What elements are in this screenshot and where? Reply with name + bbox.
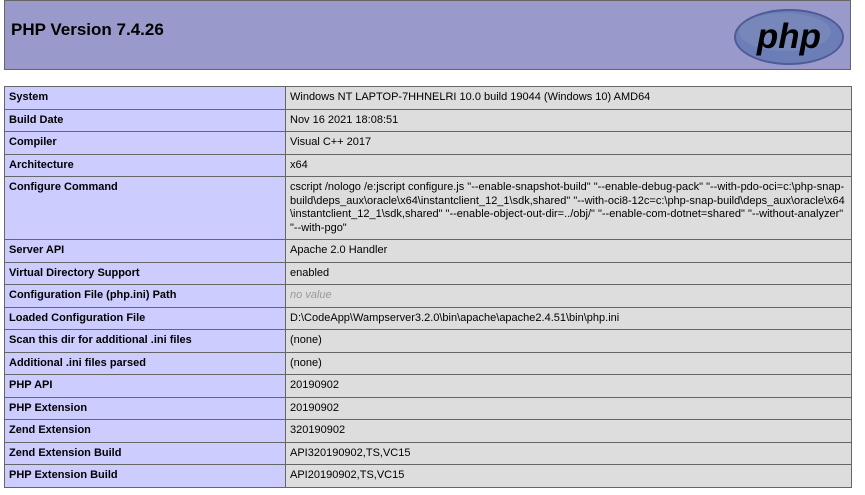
row-label: Virtual Directory Support bbox=[4, 261, 286, 285]
table-row: Zend Extension 320190902 bbox=[4, 419, 852, 443]
table-row: Scan this dir for additional .ini files(… bbox=[4, 329, 852, 353]
row-value: enabled bbox=[285, 261, 852, 285]
table-row: PHP Extension 20190902 bbox=[4, 396, 852, 420]
row-value: no value bbox=[285, 284, 852, 308]
table-row: Loaded Configuration File D:\CodeApp\Wamp… bbox=[4, 306, 852, 330]
row-value: (none) bbox=[285, 351, 852, 375]
row-label: Scan this dir for additional .ini files bbox=[4, 329, 286, 353]
row-label: Configuration File (php.ini) Path bbox=[4, 284, 286, 308]
row-value: Windows NT LAPTOP-7HHNELRI 10.0 build 19… bbox=[285, 86, 852, 110]
row-label: Zend Extension bbox=[4, 419, 286, 443]
table-row: Server API Apache 2.0 Handler bbox=[4, 239, 852, 263]
logo-text: php bbox=[756, 17, 821, 56]
table-row: Architecture x64 bbox=[4, 153, 852, 177]
row-value: 20190902 bbox=[285, 374, 852, 398]
row-value: (none) bbox=[285, 329, 852, 353]
row-label: Zend Extension Build bbox=[4, 441, 286, 465]
phpinfo-page: PHP Version 7.4.26 php System Windows NT … bbox=[0, 0, 865, 495]
row-value: 20190902 bbox=[285, 396, 852, 420]
table-row: PHP API 20190902 bbox=[4, 374, 852, 398]
row-value: D:\CodeApp\Wampserver3.2.0\bin\apache\ap… bbox=[285, 306, 852, 330]
table-row: Compiler Visual C++ 2017 bbox=[4, 131, 852, 155]
row-label: Build Date bbox=[4, 108, 286, 132]
row-label: Configure Command bbox=[4, 176, 286, 240]
row-label: Server API bbox=[4, 239, 286, 263]
page-title: PHP Version 7.4.26 bbox=[11, 20, 164, 39]
version-header: PHP Version 7.4.26 php bbox=[4, 0, 851, 70]
row-label: Additional .ini files parsed bbox=[4, 351, 286, 375]
row-label: System bbox=[4, 86, 286, 110]
row-label: Compiler bbox=[4, 131, 286, 155]
table-row: Configuration File (php.ini) Path no valu… bbox=[4, 284, 852, 308]
row-value: Visual C++ 2017 bbox=[285, 131, 852, 155]
row-label: Architecture bbox=[4, 153, 286, 177]
table-row: Additional .ini files parsed (none) bbox=[4, 351, 852, 375]
row-value: 320190902 bbox=[285, 419, 852, 443]
row-value: Apache 2.0 Handler bbox=[285, 239, 852, 263]
info-table: System Windows NT LAPTOP-7HHNELRI 10.0 bu… bbox=[4, 86, 852, 488]
row-label: PHP Extension bbox=[4, 396, 286, 420]
row-label: PHP API bbox=[4, 374, 286, 398]
table-row: Zend Extension Build API320190902,TS,VC15 bbox=[4, 441, 852, 465]
no-value-text: no value bbox=[290, 289, 332, 301]
table-row: System Windows NT LAPTOP-7HHNELRI 10.0 bu… bbox=[4, 86, 852, 110]
row-value: API320190902,TS,VC15 bbox=[285, 441, 852, 465]
row-value: cscript /nologo /e:jscript configure.js … bbox=[285, 176, 852, 240]
row-label: PHP Extension Build bbox=[4, 464, 286, 488]
row-value: x64 bbox=[285, 153, 852, 177]
table-row: Virtual Directory Support enabled bbox=[4, 261, 852, 285]
table-row: Configure Command cscript /nologo /e:jscr… bbox=[4, 176, 852, 240]
table-row: Build Date Nov 16 2021 18:08:51 bbox=[4, 108, 852, 132]
row-value: API20190902,TS,VC15 bbox=[285, 464, 852, 488]
table-row: PHP Extension Build API20190902,TS,VC15 bbox=[4, 464, 852, 488]
row-value: Nov 16 2021 18:08:51 bbox=[285, 108, 852, 132]
row-label: Loaded Configuration File bbox=[4, 306, 286, 330]
php-logo-icon[interactable]: php bbox=[733, 8, 845, 66]
